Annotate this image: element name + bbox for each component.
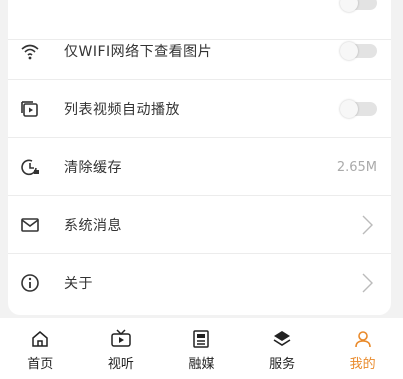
home-icon (29, 328, 51, 350)
settings-row-clear-cache[interactable]: 清除缓存 2.65M (8, 138, 391, 196)
tab-label: 服务 (269, 357, 296, 372)
tab-label: 融媒 (188, 357, 215, 372)
settings-card: 仅WIFI网络下查看图片 列表视频自动播放 清除缓存 2.65M 系统消息 关于 (8, 0, 391, 315)
tab-home[interactable]: 首页 (0, 318, 81, 379)
bottom-tab-bar: 首页 视听 融媒 服务 我的 (0, 318, 403, 379)
news-icon (190, 328, 212, 350)
wifi-images-toggle[interactable] (340, 42, 377, 60)
tab-av[interactable]: 视听 (81, 318, 162, 379)
system-messages-label: 系统消息 (64, 218, 122, 234)
settings-row-about[interactable]: 关于 (8, 254, 391, 312)
tv-icon (110, 328, 132, 350)
autoplay-video-toggle[interactable] (340, 100, 377, 118)
layers-icon (271, 328, 293, 350)
chevron-right-icon (359, 272, 375, 294)
tab-label: 我的 (349, 357, 376, 372)
tab-label: 首页 (27, 357, 54, 372)
mail-icon (19, 214, 41, 236)
clock-clear-icon (19, 156, 41, 178)
tab-label: 视听 (107, 357, 134, 372)
tab-media[interactable]: 融媒 (161, 318, 242, 379)
autoplay-video-label: 列表视频自动播放 (64, 102, 180, 118)
cache-size-value: 2.65M (336, 159, 377, 175)
tab-services[interactable]: 服务 (242, 318, 323, 379)
settings-row-system-messages[interactable]: 系统消息 (8, 196, 391, 254)
hidden-toggle[interactable] (340, 0, 377, 12)
info-icon (19, 272, 41, 294)
settings-row-wifi-images[interactable]: 仅WIFI网络下查看图片 (8, 22, 391, 80)
tab-mine[interactable]: 我的 (322, 318, 403, 379)
video-play-icon (19, 98, 41, 120)
wifi-icon (19, 40, 41, 62)
about-label: 关于 (64, 276, 93, 292)
settings-row-autoplay-video[interactable]: 列表视频自动播放 (8, 80, 391, 138)
chevron-right-icon (359, 214, 375, 236)
clear-cache-label: 清除缓存 (64, 160, 122, 176)
wifi-images-label: 仅WIFI网络下查看图片 (64, 44, 213, 60)
user-icon (352, 328, 374, 350)
